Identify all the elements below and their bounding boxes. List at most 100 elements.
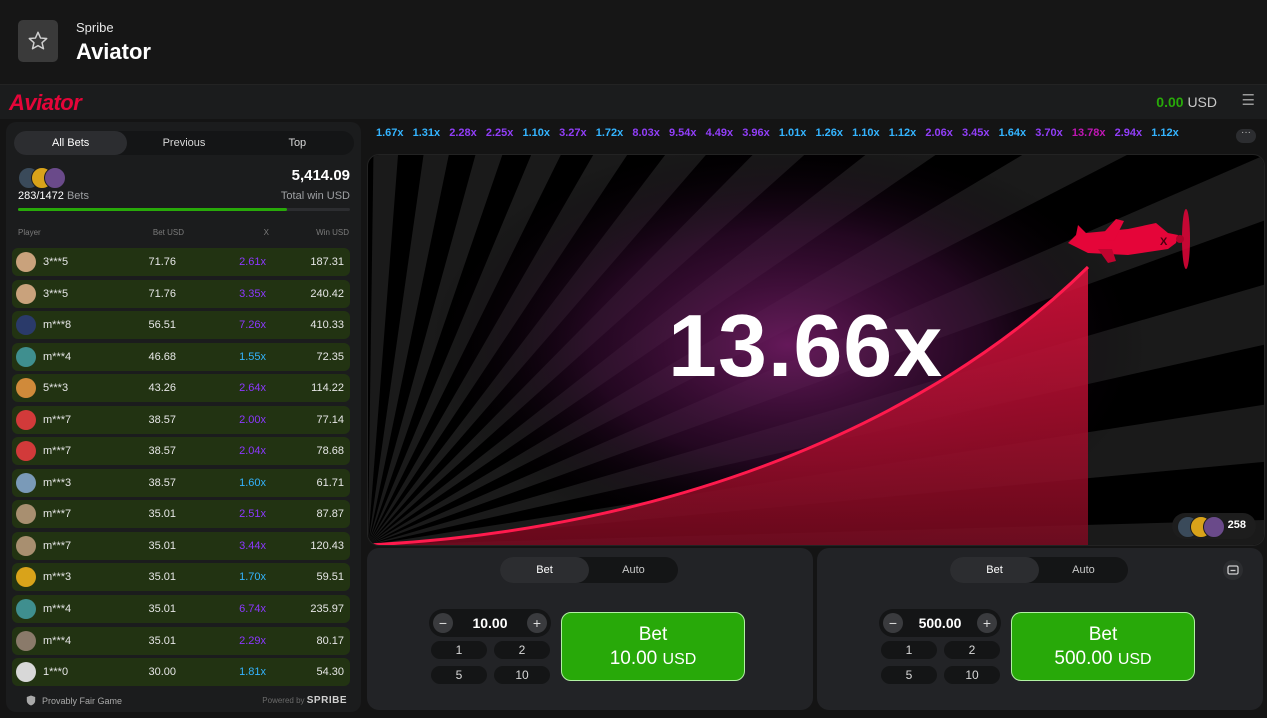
win-amount: 87.87 bbox=[316, 508, 344, 521]
bet-button[interactable]: Bet 500.00 USD bbox=[1011, 612, 1195, 681]
bet-button-value: 10.00 bbox=[609, 648, 658, 669]
player-name: m***3 bbox=[43, 571, 72, 584]
table-row: m***4 46.68 1.55x 72.35 bbox=[12, 342, 350, 371]
bet-amount-stepper: − 500.00 + bbox=[879, 609, 1001, 637]
current-multiplier: 13.66x bbox=[668, 296, 944, 395]
player-name: m***3 bbox=[43, 476, 72, 489]
history-multiplier[interactable]: 13.78x bbox=[1072, 127, 1106, 139]
provably-fair-link[interactable]: Provably Fair Game bbox=[26, 695, 122, 706]
history-multiplier[interactable]: 9.54x bbox=[669, 127, 697, 139]
avatar bbox=[16, 252, 36, 272]
decrease-button[interactable]: − bbox=[433, 613, 453, 633]
tab-previous[interactable]: Previous bbox=[127, 131, 240, 155]
history-multiplier[interactable]: 1.01x bbox=[779, 127, 807, 139]
quick-amount-button[interactable]: 10 bbox=[944, 666, 1000, 684]
tab-top[interactable]: Top bbox=[241, 131, 354, 155]
history-multiplier[interactable]: 2.28x bbox=[449, 127, 477, 139]
win-amount: 410.33 bbox=[310, 319, 344, 332]
avatar bbox=[16, 567, 36, 588]
history-multiplier[interactable]: 1.67x bbox=[376, 127, 404, 139]
avatar bbox=[16, 472, 36, 493]
tab-all-bets[interactable]: All Bets bbox=[14, 131, 128, 155]
col-win: Win USD bbox=[316, 228, 349, 237]
bets-tabs: All Bets Previous Top bbox=[14, 131, 354, 155]
quick-amount-button[interactable]: 2 bbox=[494, 641, 550, 659]
player-name: m***7 bbox=[43, 413, 72, 426]
bet-panel-tabs: Bet Auto bbox=[500, 557, 678, 583]
history-more-button[interactable]: ··· bbox=[1236, 128, 1256, 143]
bets-count-value: 283/1472 bbox=[18, 190, 64, 202]
win-amount: 78.68 bbox=[316, 445, 344, 458]
table-row: 3***5 71.76 3.35x 240.42 bbox=[12, 279, 350, 308]
balance-amount: 0.00 bbox=[1156, 94, 1184, 110]
history-multiplier[interactable]: 4.49x bbox=[706, 127, 734, 139]
history-multiplier[interactable]: 3.45x bbox=[962, 127, 990, 139]
increase-button[interactable]: + bbox=[527, 613, 547, 633]
bet-amount: 35.01 bbox=[148, 603, 176, 616]
win-amount: 240.42 bbox=[310, 287, 344, 300]
tab-auto[interactable]: Auto bbox=[1039, 557, 1128, 583]
bet-amount-stepper: − 10.00 + bbox=[429, 609, 551, 637]
table-row: m***7 35.01 3.44x 120.43 bbox=[12, 531, 350, 560]
bet-button-currency: USD bbox=[1117, 651, 1152, 668]
tab-bet[interactable]: Bet bbox=[500, 557, 589, 583]
cashout-multiplier: 3.44x bbox=[239, 539, 266, 552]
player-name: m***4 bbox=[43, 350, 72, 363]
remove-panel-button[interactable] bbox=[1223, 560, 1243, 580]
menu-icon[interactable]: ☰ bbox=[1242, 91, 1255, 109]
player-name: 3***5 bbox=[43, 287, 69, 300]
bet-button[interactable]: Bet 10.00 USD bbox=[561, 612, 745, 681]
bet-button-value: 500.00 bbox=[1054, 648, 1113, 669]
history-multiplier[interactable]: 3.70x bbox=[1035, 127, 1063, 139]
quick-amount-button[interactable]: 1 bbox=[881, 641, 937, 659]
bet-amount: 35.01 bbox=[148, 634, 176, 647]
player-name: m***4 bbox=[43, 634, 72, 647]
tab-auto[interactable]: Auto bbox=[589, 557, 678, 583]
quick-amount-button[interactable]: 1 bbox=[431, 641, 487, 659]
favorite-button[interactable] bbox=[18, 20, 58, 62]
bets-table-body: 3***5 71.76 2.61x 187.31 3***5 71.76 3.35x 240.… bbox=[12, 248, 350, 690]
shield-icon bbox=[26, 695, 36, 706]
history-multiplier[interactable]: 2.06x bbox=[925, 127, 953, 139]
history-multiplier[interactable]: 1.26x bbox=[816, 127, 844, 139]
app-topbar: Spribe Aviator bbox=[0, 0, 1267, 85]
player-name: 5***3 bbox=[43, 382, 69, 395]
cashout-multiplier: 2.00x bbox=[239, 413, 266, 426]
bet-amount: 38.57 bbox=[148, 476, 176, 489]
col-x: X bbox=[263, 228, 269, 237]
quick-amount-button[interactable]: 2 bbox=[944, 641, 1000, 659]
table-row: m***8 56.51 7.26x 410.33 bbox=[12, 311, 350, 340]
history-multiplier[interactable]: 1.31x bbox=[413, 127, 441, 139]
history-multiplier[interactable]: 1.12x bbox=[889, 127, 917, 139]
bets-count: 283/1472 Bets bbox=[18, 190, 89, 202]
bet-amount-input[interactable]: 10.00 bbox=[453, 615, 527, 631]
bet-amount: 30.00 bbox=[148, 666, 176, 679]
history-multiplier[interactable]: 1.10x bbox=[523, 127, 551, 139]
history-multiplier[interactable]: 1.12x bbox=[1151, 127, 1179, 139]
avatar bbox=[16, 441, 36, 462]
history-multiplier[interactable]: 1.72x bbox=[596, 127, 624, 139]
history-multiplier[interactable]: 3.96x bbox=[742, 127, 770, 139]
bet-button-label: Bet bbox=[638, 624, 668, 645]
history-multiplier[interactable]: 2.94x bbox=[1115, 127, 1143, 139]
avatar bbox=[44, 167, 66, 189]
win-amount: 187.31 bbox=[310, 256, 344, 268]
bet-amount: 71.76 bbox=[148, 287, 176, 300]
bet-amount-input[interactable]: 500.00 bbox=[903, 615, 977, 631]
history-multiplier[interactable]: 1.10x bbox=[852, 127, 880, 139]
quick-amount-button[interactable]: 5 bbox=[431, 666, 487, 684]
history-multiplier[interactable]: 2.25x bbox=[486, 127, 514, 139]
history-multiplier[interactable]: 1.64x bbox=[999, 127, 1027, 139]
increase-button[interactable]: + bbox=[977, 613, 997, 633]
quick-amount-button[interactable]: 10 bbox=[494, 666, 550, 684]
win-amount: 61.71 bbox=[316, 476, 344, 489]
win-amount: 54.30 bbox=[316, 666, 344, 679]
decrease-button[interactable]: − bbox=[883, 613, 903, 633]
table-row: m***7 38.57 2.00x 77.14 bbox=[12, 405, 350, 434]
win-amount: 114.22 bbox=[311, 382, 344, 395]
cashout-multiplier: 1.81x bbox=[239, 666, 266, 679]
quick-amount-button[interactable]: 5 bbox=[881, 666, 937, 684]
history-multiplier[interactable]: 3.27x bbox=[559, 127, 587, 139]
tab-bet[interactable]: Bet bbox=[950, 557, 1039, 583]
history-multiplier[interactable]: 8.03x bbox=[632, 127, 660, 139]
